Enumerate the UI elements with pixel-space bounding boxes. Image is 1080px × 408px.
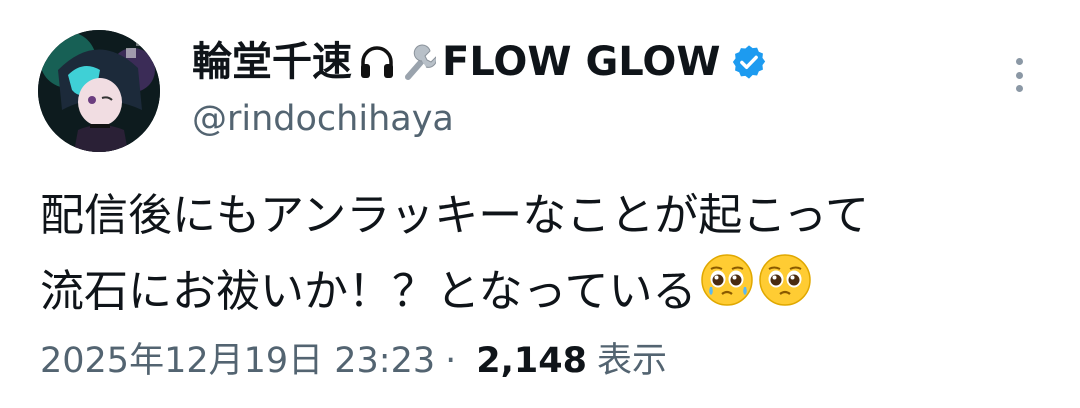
meta-separator: · [445, 341, 457, 381]
views-count: 2,148 [476, 341, 587, 381]
pleading-face-icon [700, 253, 754, 331]
tweet-meta: 2025年12月19日 23:23 · 2,148 表示 [40, 336, 667, 386]
avatar[interactable] [38, 30, 160, 152]
tweet-text-line: 配信後にもアンラッキーなことが起こって [40, 178, 1040, 254]
tweet-text: 配信後にもアンラッキーなことが起こって 流石にお祓いか！？となっている [40, 178, 1040, 330]
wrench-icon [402, 43, 436, 81]
avatar-image [38, 30, 160, 152]
display-name[interactable]: 輪堂千速 [192, 34, 352, 90]
verified-badge-icon [730, 43, 768, 81]
tweet-text-line: 流石にお祓いか！？となっている [40, 254, 1040, 330]
timestamp[interactable]: 2025年12月19日 23:23 [40, 336, 435, 386]
tweet-header: 輪堂千速 FLOW GLOW @rindochihaya [192, 34, 1000, 144]
views-label: 表示 [597, 341, 668, 381]
display-name-suffix[interactable]: FLOW GLOW [442, 34, 720, 90]
tweet-text-line2: 流石にお祓いか！？となっている [40, 266, 697, 317]
pleading-face-icon [758, 253, 812, 331]
headphones-icon [358, 43, 396, 81]
tweet-text-line1: 配信後にもアンラッキーなことが起こって [40, 190, 869, 241]
display-name-row[interactable]: 輪堂千速 FLOW GLOW [192, 34, 1000, 90]
user-handle[interactable]: @rindochihaya [192, 94, 1000, 144]
more-options-icon[interactable] [1004, 52, 1034, 98]
